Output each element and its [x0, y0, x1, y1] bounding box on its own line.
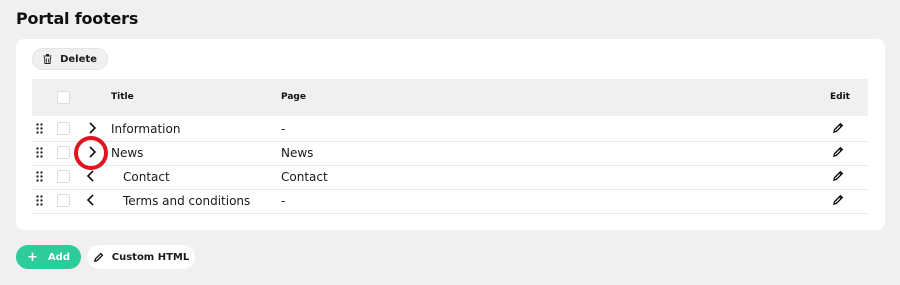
chevron-left-icon[interactable]: [86, 170, 96, 182]
trash-icon: [43, 54, 52, 64]
row-title: Information: [111, 122, 181, 136]
custom-html-button[interactable]: Custom HTML: [87, 245, 195, 269]
footers-card: Delete Title Page Edit Information - New…: [16, 39, 885, 230]
drag-handle-icon[interactable]: [36, 147, 43, 158]
row-page: -: [281, 194, 286, 208]
table-row: Information -: [32, 117, 868, 142]
table-row: News News: [32, 141, 868, 166]
row-checkbox[interactable]: [57, 170, 70, 183]
pencil-icon[interactable]: [832, 170, 844, 182]
delete-button-label: Delete: [60, 53, 97, 65]
add-button[interactable]: + Add: [16, 245, 81, 269]
pencil-icon[interactable]: [832, 146, 844, 158]
row-page: -: [281, 122, 286, 136]
add-button-label: Add: [47, 251, 70, 263]
drag-handle-icon[interactable]: [36, 195, 43, 206]
select-all-checkbox[interactable]: [57, 91, 70, 104]
row-title: News: [111, 146, 144, 160]
pencil-icon: [93, 252, 104, 262]
row-page: Contact: [281, 170, 328, 184]
highlight-ring: [74, 136, 108, 170]
chevron-right-icon[interactable]: [87, 122, 97, 134]
table-row: Terms and conditions -: [32, 189, 868, 214]
column-page-header: Page: [281, 92, 306, 102]
table-row: Contact Contact: [32, 165, 868, 190]
row-title: Terms and conditions: [123, 194, 251, 208]
drag-handle-icon[interactable]: [36, 171, 43, 182]
table-header: Title Page Edit: [32, 79, 868, 116]
drag-handle-icon[interactable]: [36, 123, 43, 134]
column-edit-header: Edit: [830, 92, 850, 102]
row-checkbox[interactable]: [57, 194, 70, 207]
custom-html-button-label: Custom HTML: [111, 251, 190, 263]
delete-button[interactable]: Delete: [32, 48, 108, 70]
row-title: Contact: [123, 170, 170, 184]
pencil-icon[interactable]: [832, 194, 844, 206]
pencil-icon[interactable]: [832, 122, 844, 134]
row-checkbox[interactable]: [57, 122, 70, 135]
row-page: News: [281, 146, 314, 160]
page-title: Portal footers: [16, 9, 139, 28]
chevron-left-icon[interactable]: [86, 194, 96, 206]
column-title-header: Title: [111, 92, 134, 102]
plus-icon: +: [27, 249, 38, 265]
row-checkbox[interactable]: [57, 146, 70, 159]
